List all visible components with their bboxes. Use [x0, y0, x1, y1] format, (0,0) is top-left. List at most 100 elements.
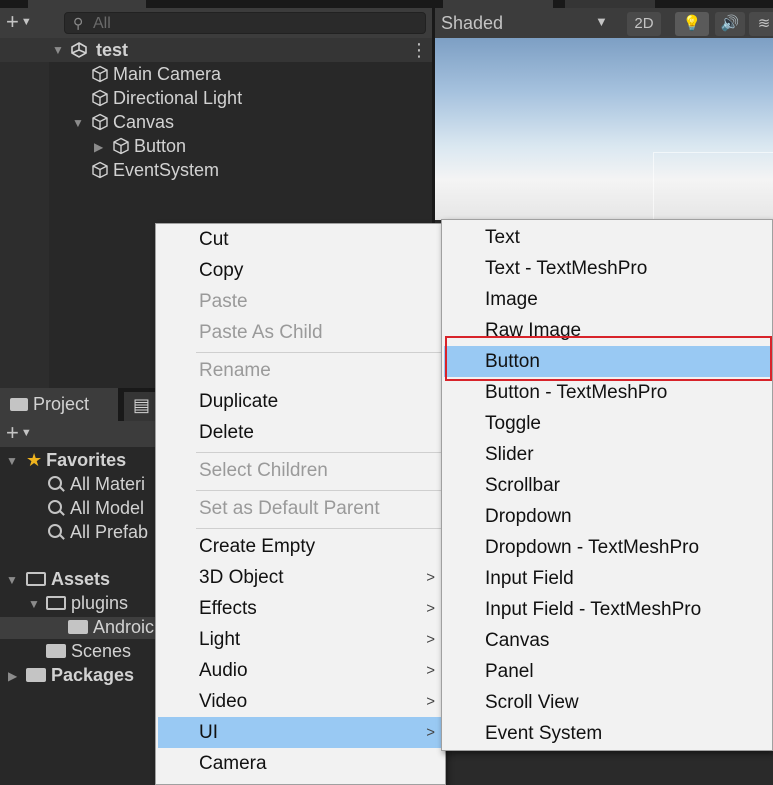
hierarchy-item-label: Button — [134, 136, 187, 156]
menu-item-delete[interactable]: Delete — [156, 417, 445, 448]
submenu-item-slider[interactable]: Slider — [442, 439, 772, 470]
scene-viewport[interactable] — [435, 38, 773, 220]
hierarchy-item-main-camera[interactable]: Main Camera — [91, 62, 221, 86]
menu-item-label: Dropdown - TextMeshPro — [485, 537, 700, 558]
menu-item-cut[interactable]: Cut — [156, 224, 445, 255]
annotation-highlight-box — [445, 336, 772, 381]
menu-item-label: Light — [199, 629, 241, 650]
submenu-item-input-field-tmp[interactable]: Input Field - TextMeshPro — [442, 594, 772, 625]
audio-toggle-button[interactable]: 🔊 — [715, 12, 745, 36]
plus-icon: + — [6, 420, 19, 445]
project-create-dropdown[interactable]: + ▼ — [6, 422, 32, 448]
scenes-folder[interactable]: Scenes — [46, 639, 131, 663]
hierarchy-item-canvas[interactable]: Canvas — [91, 110, 174, 134]
submenu-item-image[interactable]: Image — [442, 284, 772, 315]
fold-open-icon[interactable]: ▼ — [6, 454, 18, 468]
menu-item-duplicate[interactable]: Duplicate — [156, 386, 445, 417]
menu-item-select-children: Select Children — [156, 455, 445, 486]
menu-item-copy[interactable]: Copy — [156, 255, 445, 286]
search-placeholder: All — [93, 15, 111, 32]
menu-item-label: Delete — [199, 422, 254, 443]
chevron-right-icon: > — [426, 631, 435, 648]
folder-open-icon — [46, 596, 66, 610]
menu-item-audio[interactable]: Audio > — [156, 655, 445, 686]
submenu-item-scroll-view[interactable]: Scroll View — [442, 687, 772, 718]
console-tab[interactable]: ▤ — [124, 392, 158, 421]
caret-down-icon[interactable]: ▼ — [595, 14, 608, 29]
ui-submenu: Text Text - TextMeshPro Image Raw Image … — [441, 219, 773, 751]
submenu-item-toggle[interactable]: Toggle — [442, 408, 772, 439]
submenu-item-panel[interactable]: Panel — [442, 656, 772, 687]
plugins-folder[interactable]: plugins — [46, 591, 128, 615]
caret-down-icon: ▼ — [20, 427, 32, 439]
scene-header-row[interactable]: ▼ test ⋮ — [0, 38, 432, 62]
fold-open-icon[interactable]: ▼ — [52, 43, 64, 57]
menu-item-light[interactable]: Light > — [156, 624, 445, 655]
scene-view-panel: Shaded ▼ 2D 💡 🔊 ≋ — [435, 0, 773, 220]
packages-folder[interactable]: Packages — [26, 663, 134, 687]
favorites-item-label: All Prefab — [70, 522, 149, 542]
gameobject-cube-icon — [92, 89, 108, 107]
fold-open-icon[interactable]: ▼ — [72, 116, 84, 130]
fold-closed-icon[interactable]: ▶ — [8, 669, 17, 683]
submenu-item-text-tmp[interactable]: Text - TextMeshPro — [442, 253, 772, 284]
menu-item-label: 3D Object — [199, 567, 284, 588]
submenu-item-button-tmp[interactable]: Button - TextMeshPro — [442, 377, 772, 408]
menu-item-3d-object[interactable]: 3D Object > — [156, 562, 445, 593]
menu-item-label: Paste — [199, 291, 248, 312]
folder-icon — [46, 644, 66, 658]
submenu-item-dropdown-tmp[interactable]: Dropdown - TextMeshPro — [442, 532, 772, 563]
submenu-item-dropdown[interactable]: Dropdown — [442, 501, 772, 532]
layers-icon: ≋ — [757, 15, 771, 32]
toggle-2d-button[interactable]: 2D — [627, 12, 661, 36]
game-tab[interactable] — [565, 0, 655, 8]
favorites-item[interactable]: All Prefab — [48, 520, 148, 544]
menu-item-label: Set as Default Parent — [199, 498, 380, 519]
hierarchy-item-directional-light[interactable]: Directional Light — [91, 86, 242, 110]
favorites-item[interactable]: All Model — [48, 496, 144, 520]
favorites-item[interactable]: All Materi — [48, 472, 145, 496]
hierarchy-tab[interactable] — [28, 0, 146, 8]
assets-folder[interactable]: Assets — [26, 567, 110, 591]
menu-item-label: Panel — [485, 661, 534, 682]
gameobject-cube-icon — [92, 161, 108, 179]
menu-item-label: Select Children — [199, 460, 328, 481]
caret-down-icon: ▼ — [20, 16, 32, 28]
menu-item-label: Input Field — [485, 568, 574, 589]
menu-item-label: Paste As Child — [199, 322, 323, 343]
menu-item-ui[interactable]: UI > — [158, 717, 445, 748]
favorites-folder[interactable]: ★ Favorites — [26, 448, 126, 472]
fold-open-icon[interactable]: ▼ — [6, 573, 18, 587]
fold-open-icon[interactable]: ▼ — [28, 597, 40, 611]
project-tab[interactable]: Project — [0, 388, 118, 421]
gameobject-cube-icon — [92, 113, 108, 131]
submenu-item-scrollbar[interactable]: Scrollbar — [442, 470, 772, 501]
chevron-right-icon: > — [426, 600, 435, 617]
android-folder[interactable]: Androic — [68, 615, 154, 639]
kebab-menu-icon[interactable]: ⋮ — [410, 38, 428, 62]
menu-item-label: Text — [485, 227, 520, 248]
folder-icon — [68, 620, 88, 634]
menu-item-effects[interactable]: Effects > — [156, 593, 445, 624]
fold-closed-icon[interactable]: ▶ — [94, 140, 103, 154]
create-dropdown-button[interactable]: + ▼ — [6, 11, 32, 37]
menu-item-label: Copy — [199, 260, 244, 281]
scene-tab[interactable] — [443, 0, 553, 8]
submenu-item-event-system[interactable]: Event System — [442, 718, 772, 749]
hierarchy-search-input[interactable]: ⚲ All — [64, 12, 426, 34]
shading-mode-dropdown[interactable]: Shaded — [441, 12, 503, 34]
hierarchy-item-label: Directional Light — [113, 88, 243, 108]
lighting-toggle-button[interactable]: 💡 — [675, 12, 709, 36]
menu-item-camera[interactable]: Camera — [156, 748, 445, 779]
menu-item-video[interactable]: Video > — [156, 686, 445, 717]
submenu-item-input-field[interactable]: Input Field — [442, 563, 772, 594]
hierarchy-item-button[interactable]: Button — [112, 134, 186, 158]
submenu-item-canvas[interactable]: Canvas — [442, 625, 772, 656]
folder-open-icon — [26, 572, 46, 586]
menu-item-create-empty[interactable]: Create Empty — [156, 531, 445, 562]
lightbulb-icon: 💡 — [682, 15, 702, 32]
menu-item-paste-as-child: Paste As Child — [156, 317, 445, 348]
hierarchy-item-eventsystem[interactable]: EventSystem — [91, 158, 219, 182]
submenu-item-text[interactable]: Text — [442, 222, 772, 253]
effects-toggle-button[interactable]: ≋ — [749, 12, 773, 36]
